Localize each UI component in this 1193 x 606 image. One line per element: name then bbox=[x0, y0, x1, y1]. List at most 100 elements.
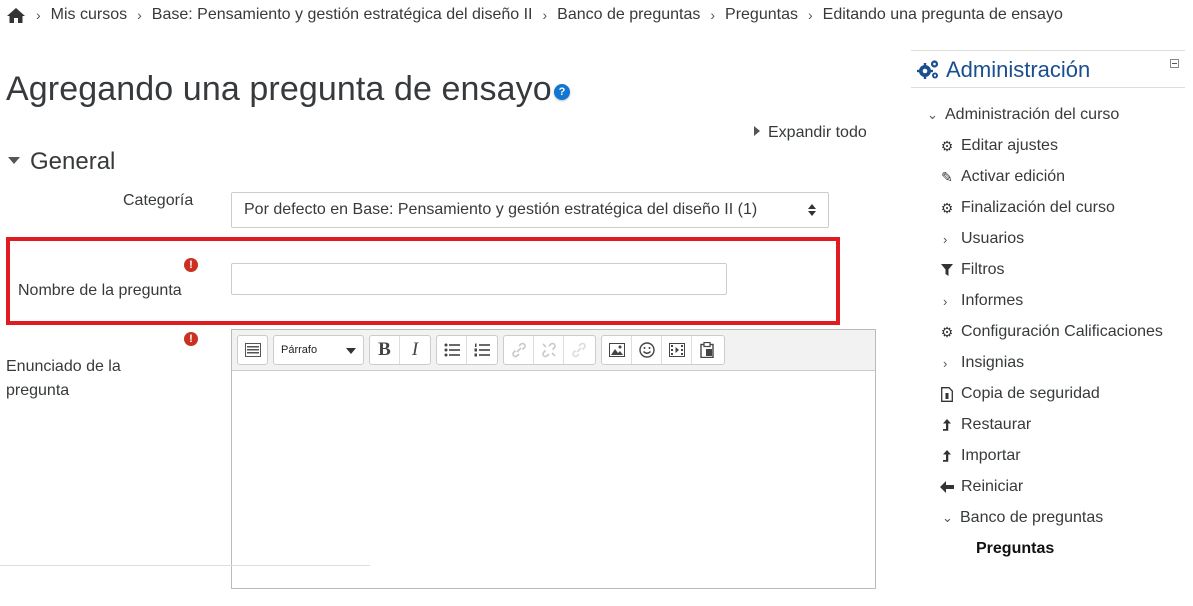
nav-item-label: Filtros bbox=[961, 261, 1005, 278]
nav-item-label: Informes bbox=[961, 292, 1024, 309]
chevron-down-icon: ⌄ bbox=[927, 107, 938, 122]
nav-item-label: Insignias bbox=[961, 354, 1025, 371]
insert-emoticon-button[interactable] bbox=[632, 336, 662, 364]
administration-block-header: Administración bbox=[911, 50, 1185, 88]
nav-item-import[interactable]: Importar bbox=[939, 447, 1021, 465]
nav-item-gradebook-setup[interactable]: ⚙ Configuración Calificaciones bbox=[939, 323, 1163, 341]
nav-item-label: Banco de preguntas bbox=[960, 509, 1104, 526]
breadcrumb-mis-cursos[interactable]: Mis cursos bbox=[51, 6, 127, 24]
breadcrumb-course[interactable]: Base: Pensamiento y gestión estratégica … bbox=[152, 6, 533, 24]
unlink-button[interactable] bbox=[534, 336, 564, 364]
arrow-left-icon bbox=[939, 481, 955, 493]
editor-toolbar: Párrafo B I bbox=[232, 330, 875, 371]
cogs-icon bbox=[917, 60, 939, 79]
question-statement-label: Enunciado de la pregunta bbox=[6, 358, 121, 399]
help-icon[interactable]: ? bbox=[554, 84, 570, 100]
caret-down-icon bbox=[346, 348, 356, 354]
unordered-list-button[interactable] bbox=[437, 336, 467, 364]
toolbar-group-media bbox=[601, 335, 725, 365]
chevron-right-icon: › bbox=[137, 7, 142, 23]
level-up-icon bbox=[939, 418, 955, 432]
list-numbered-icon bbox=[474, 343, 490, 357]
editor-content-area[interactable] bbox=[232, 371, 875, 588]
nav-item-questions[interactable]: Preguntas bbox=[976, 540, 1054, 558]
list-bullet-icon bbox=[444, 343, 460, 357]
nav-item-course-completion[interactable]: ⚙ Finalización del curso bbox=[939, 199, 1115, 217]
nav-item-turn-editing-on[interactable]: ✎ Activar edición bbox=[939, 168, 1065, 186]
insert-image-button[interactable] bbox=[602, 336, 632, 364]
chevron-down-icon: ⌄ bbox=[942, 510, 953, 525]
nav-item-question-bank[interactable]: ⌄ Banco de preguntas bbox=[942, 509, 1103, 527]
chevron-right-icon: › bbox=[807, 7, 813, 23]
category-label: Categoría bbox=[123, 192, 194, 209]
expand-all-link[interactable]: Expandir todo bbox=[754, 124, 867, 142]
nav-item-filters[interactable]: Filtros bbox=[939, 261, 1005, 279]
nav-item-label: Editar ajustes bbox=[961, 137, 1058, 154]
clipboard-icon bbox=[700, 342, 714, 358]
divider bbox=[0, 565, 370, 566]
insert-media-button[interactable] bbox=[662, 336, 692, 364]
home-icon[interactable] bbox=[6, 6, 26, 24]
required-icon: ! bbox=[184, 258, 198, 272]
image-icon bbox=[608, 343, 625, 357]
section-general-toggle[interactable]: General bbox=[8, 148, 115, 176]
gear-icon: ⚙ bbox=[940, 137, 954, 154]
question-name-label: Nombre de la pregunta bbox=[18, 282, 182, 299]
breadcrumb-questions[interactable]: Preguntas bbox=[725, 6, 798, 24]
category-value: Por defecto en Base: Pensamiento y gesti… bbox=[244, 201, 758, 218]
nav-item-reset[interactable]: Reiniciar bbox=[939, 478, 1023, 496]
file-icon bbox=[939, 386, 955, 402]
pencil-icon: ✎ bbox=[941, 168, 953, 185]
filter-icon bbox=[939, 264, 955, 276]
nav-item-label: Finalización del curso bbox=[961, 199, 1115, 216]
nav-item-label: Preguntas bbox=[976, 540, 1055, 557]
toolbar-toggle-button[interactable] bbox=[238, 336, 267, 364]
gear-icon: ⚙ bbox=[940, 323, 954, 340]
nav-item-backup[interactable]: Copia de seguridad bbox=[939, 385, 1100, 403]
gear-icon: ⚙ bbox=[940, 199, 954, 216]
caret-down-icon bbox=[8, 157, 20, 164]
nav-item-label: Copia de seguridad bbox=[961, 385, 1100, 402]
breadcrumb-question-bank[interactable]: Banco de preguntas bbox=[557, 6, 700, 24]
question-name-input[interactable] bbox=[231, 263, 727, 295]
italic-button[interactable]: I bbox=[400, 336, 430, 364]
nav-item-users[interactable]: › Usuarios bbox=[943, 230, 1024, 248]
keyboard-icon bbox=[244, 343, 261, 357]
nav-item-label: Reiniciar bbox=[961, 478, 1024, 495]
chevron-right-icon: › bbox=[943, 231, 948, 247]
paragraph-format-label: Párrafo bbox=[281, 344, 318, 356]
collapse-block-icon[interactable] bbox=[1170, 59, 1179, 68]
nav-item-label: Usuarios bbox=[961, 230, 1025, 247]
unlink-icon bbox=[541, 342, 556, 358]
chevron-right-icon: › bbox=[943, 355, 948, 371]
link-icon bbox=[572, 342, 586, 358]
paragraph-format-select[interactable]: Párrafo bbox=[273, 335, 364, 365]
link-button[interactable] bbox=[504, 336, 534, 364]
nav-item-course-admin[interactable]: ⌄ Administración del curso bbox=[927, 106, 1119, 124]
breadcrumb-current: Editando una pregunta de ensayo bbox=[822, 6, 1063, 23]
bold-button[interactable]: B bbox=[370, 336, 400, 364]
ordered-list-button[interactable] bbox=[467, 336, 497, 364]
chevron-right-icon: › bbox=[943, 293, 948, 309]
breadcrumb: › Mis cursos › Base: Pensamiento y gesti… bbox=[6, 4, 1063, 26]
caret-right-icon bbox=[754, 126, 760, 136]
category-select[interactable]: Por defecto en Base: Pensamiento y gesti… bbox=[231, 192, 829, 228]
nav-item-label: Restaurar bbox=[961, 416, 1032, 433]
chevron-right-icon: › bbox=[36, 7, 41, 23]
nav-item-badges[interactable]: › Insignias bbox=[943, 354, 1024, 372]
nav-item-restore[interactable]: Restaurar bbox=[939, 416, 1031, 434]
select-arrows-icon bbox=[808, 204, 816, 216]
question-text-editor: Párrafo B I bbox=[231, 329, 876, 589]
nav-item-edit-settings[interactable]: ⚙ Editar ajustes bbox=[939, 137, 1058, 155]
nav-item-label: Configuración Calificaciones bbox=[961, 323, 1163, 340]
manage-files-button[interactable] bbox=[692, 336, 722, 364]
link-disabled-button[interactable] bbox=[564, 336, 594, 364]
chevron-right-icon: › bbox=[710, 7, 716, 23]
toolbar-group-links bbox=[503, 335, 596, 365]
administration-block-title: Administración bbox=[946, 57, 1091, 82]
nav-item-label: Activar edición bbox=[961, 168, 1066, 185]
section-general-label: General bbox=[30, 148, 116, 175]
nav-item-label: Importar bbox=[961, 447, 1021, 464]
nav-item-reports[interactable]: › Informes bbox=[943, 292, 1023, 310]
toolbar-group-toggle bbox=[237, 335, 268, 365]
